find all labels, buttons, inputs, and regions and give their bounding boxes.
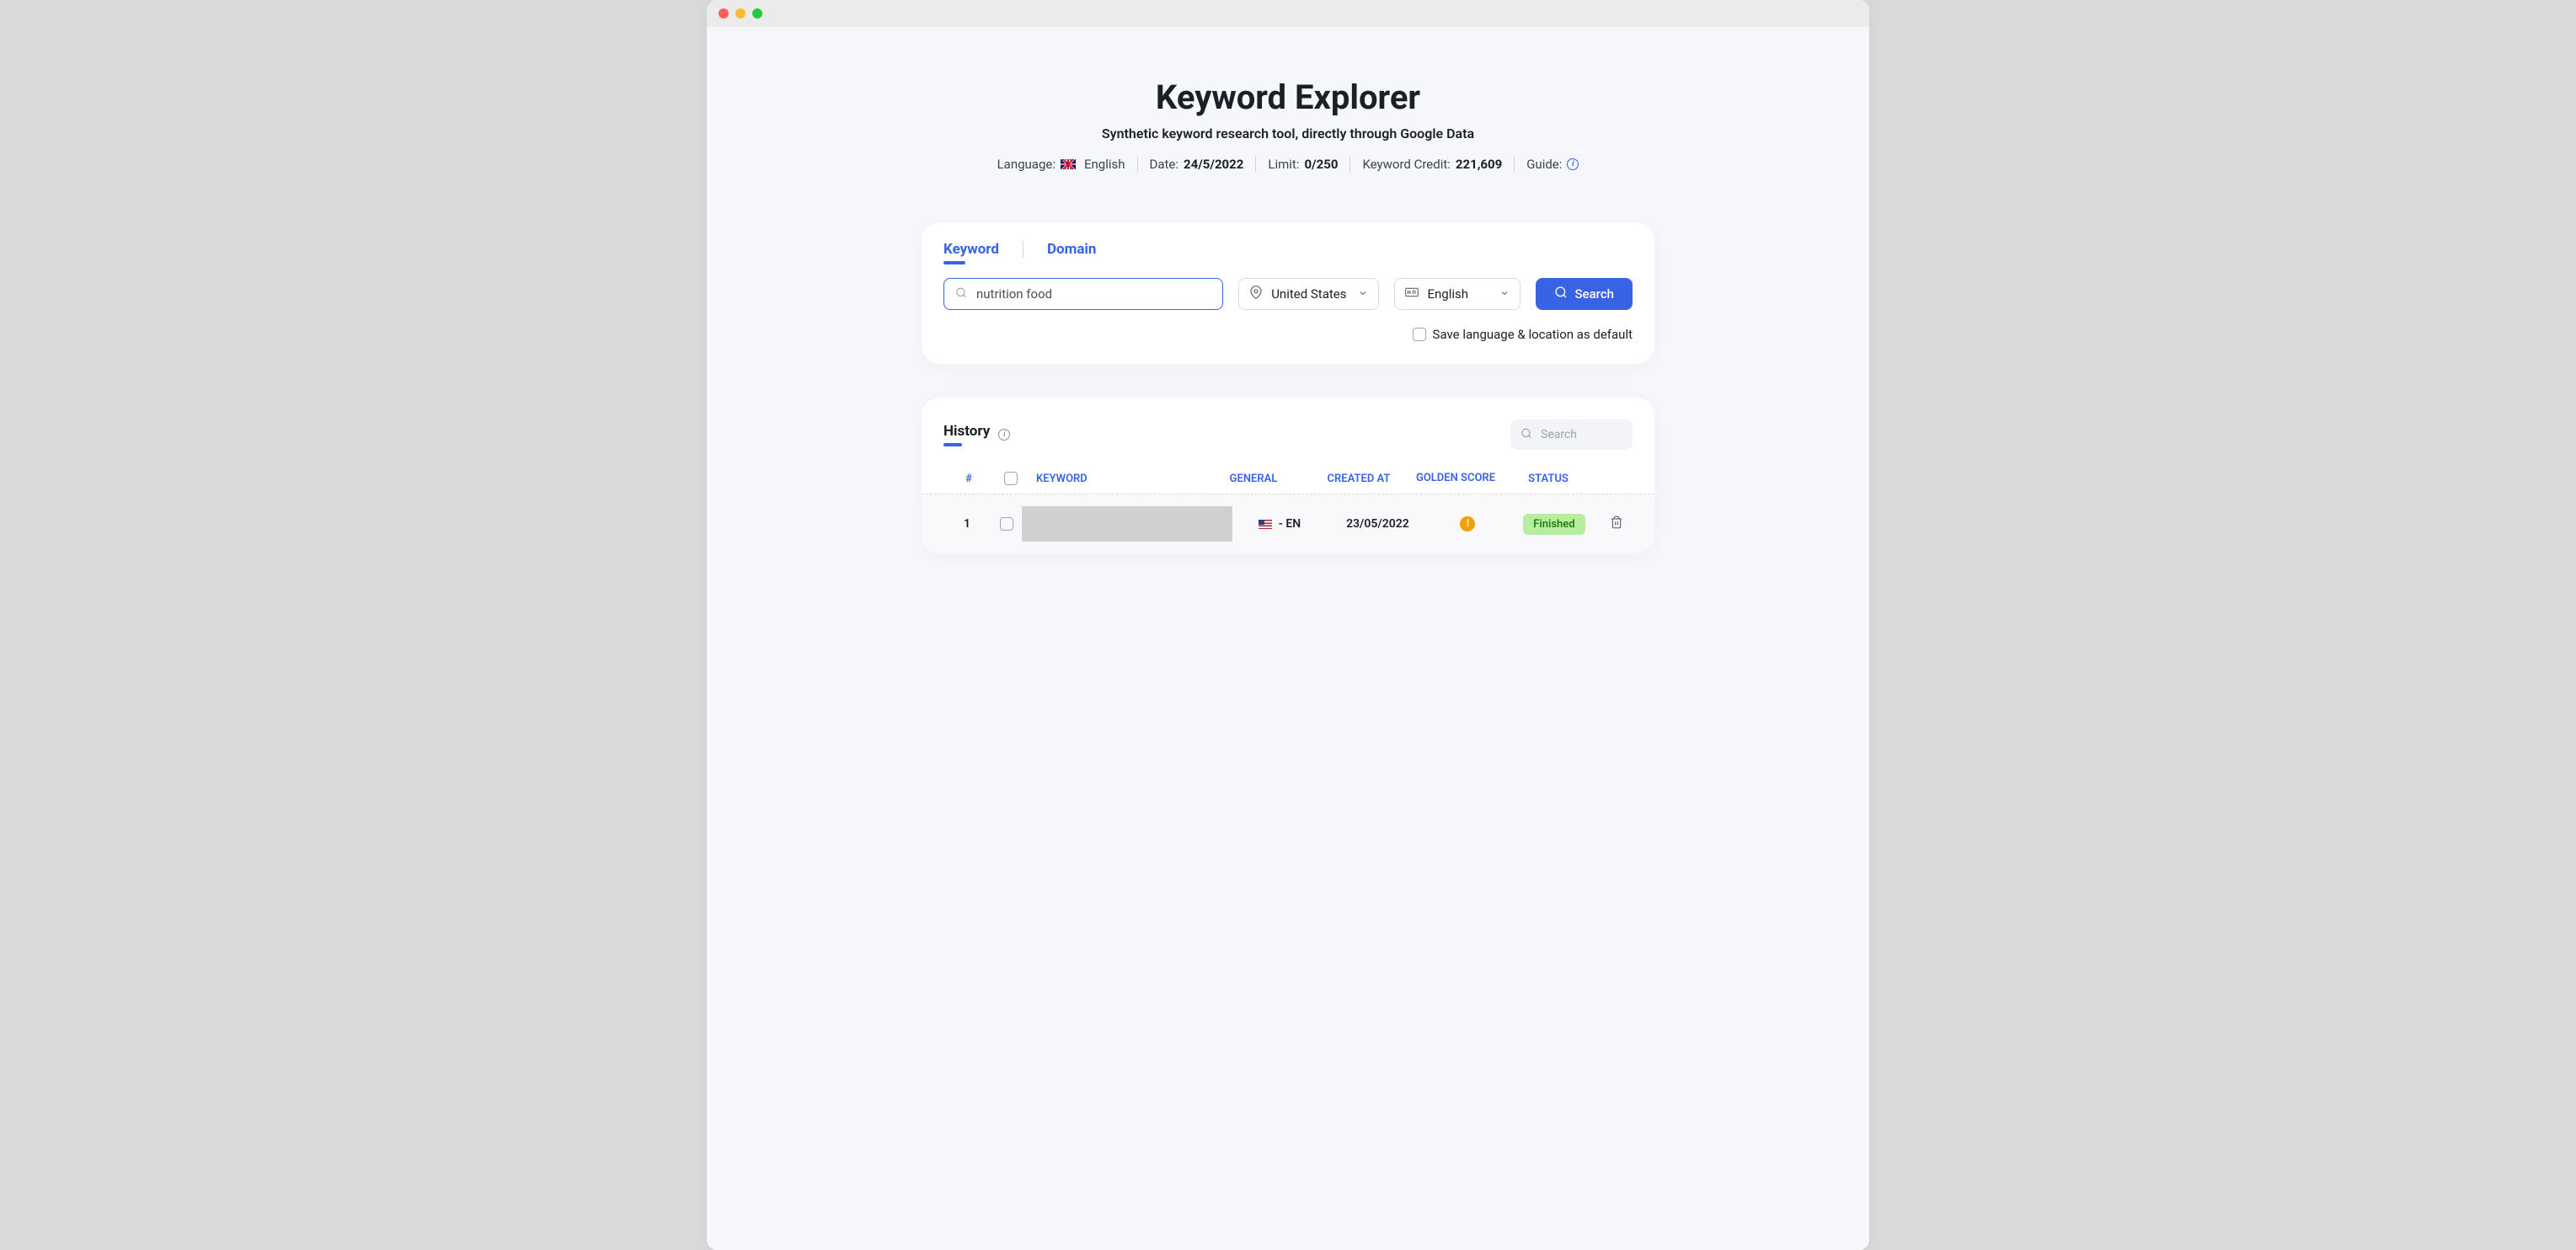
uk-flag-icon xyxy=(1061,159,1076,169)
page-subtitle: Synthetic keyword research tool, directl… xyxy=(740,126,1836,142)
status-badge: Finished xyxy=(1523,514,1585,535)
tab-keyword[interactable]: Keyword xyxy=(943,241,999,263)
save-default-row: Save language & location as default xyxy=(943,327,1633,342)
window-titlebar xyxy=(707,0,1869,27)
col-golden: GOLDEN SCORE xyxy=(1414,473,1498,484)
history-table-head: # KEYWORD GENERAL CREATED AT GOLDEN SCOR… xyxy=(922,463,1654,494)
save-default-label: Save language & location as default xyxy=(1433,327,1633,342)
row-checkbox[interactable] xyxy=(1000,517,1013,531)
minimize-window-button[interactable] xyxy=(735,8,746,19)
history-search xyxy=(1510,419,1633,450)
row-status: Finished xyxy=(1507,514,1601,535)
col-created: CREATED AT xyxy=(1304,473,1414,485)
meta-credit-label: Keyword Credit: xyxy=(1362,157,1450,172)
meta-limit-value: 0/250 xyxy=(1304,157,1338,172)
save-default-checkbox[interactable] xyxy=(1413,328,1426,341)
meta-limit: Limit: 0/250 xyxy=(1256,157,1350,172)
meta-guide-label: Guide: xyxy=(1526,157,1562,172)
history-head: History i xyxy=(922,419,1654,463)
info-icon[interactable]: i xyxy=(1567,158,1579,170)
row-general-lang: - EN xyxy=(1279,517,1301,531)
row-action xyxy=(1601,515,1633,532)
meta-credit: Keyword Credit: 221,609 xyxy=(1350,157,1515,172)
trash-icon[interactable] xyxy=(1610,519,1623,532)
history-card: History i # KEYWORD GENERAL CREATED AT xyxy=(922,398,1654,553)
row-golden: ! xyxy=(1429,516,1507,532)
tab-domain[interactable]: Domain xyxy=(1047,241,1097,263)
us-flag-icon xyxy=(1259,520,1272,529)
search-card: Keyword Domain United States xyxy=(922,222,1654,364)
search-icon xyxy=(955,286,967,302)
meta-guide: Guide: i xyxy=(1515,157,1590,172)
col-keyword: KEYWORD xyxy=(1028,473,1203,485)
page-title: Keyword Explorer xyxy=(740,77,1836,117)
col-status: STATUS xyxy=(1498,473,1599,485)
row-created: 23/05/2022 xyxy=(1327,517,1429,531)
row-num: 1 xyxy=(943,517,991,531)
search-icon xyxy=(1554,286,1568,302)
page-header: Keyword Explorer Synthetic keyword resea… xyxy=(740,77,1836,172)
meta-language: Language: English xyxy=(986,157,1138,172)
meta-language-label: Language: xyxy=(997,157,1056,172)
country-value: United States xyxy=(1271,286,1346,302)
search-button[interactable]: Search xyxy=(1536,278,1633,310)
col-num: # xyxy=(943,473,994,485)
redacted-keyword xyxy=(1022,506,1232,542)
search-button-label: Search xyxy=(1574,286,1614,302)
language-select[interactable]: English xyxy=(1394,278,1520,310)
search-icon xyxy=(1520,427,1532,443)
row-keyword xyxy=(1022,506,1232,542)
main-content: Keyword Explorer Synthetic keyword resea… xyxy=(707,27,1869,621)
country-select[interactable]: United States xyxy=(1238,278,1379,310)
history-table-row[interactable]: 1 - EN 23/05/2022 ! Finished xyxy=(922,494,1654,553)
meta-date: Date: 24/5/2022 xyxy=(1138,157,1257,172)
meta-language-value: English xyxy=(1084,157,1125,172)
info-icon[interactable]: i xyxy=(998,429,1010,441)
meta-date-value: 24/5/2022 xyxy=(1184,157,1243,172)
app-window: Keyword Explorer Synthetic keyword resea… xyxy=(707,0,1869,1250)
search-tabs: Keyword Domain xyxy=(943,241,1633,263)
chevron-down-icon xyxy=(1358,286,1368,302)
maximize-window-button[interactable] xyxy=(752,8,762,19)
search-row: United States English xyxy=(943,278,1633,310)
meta-limit-label: Limit: xyxy=(1268,157,1299,172)
language-value: English xyxy=(1427,286,1468,302)
header-meta: Language: English Date: 24/5/2022 Limit:… xyxy=(740,157,1836,172)
chevron-down-icon xyxy=(1499,286,1510,302)
location-pin-icon xyxy=(1249,286,1263,302)
row-check xyxy=(991,517,1022,531)
col-check xyxy=(994,472,1028,485)
row-general: - EN xyxy=(1232,517,1327,531)
keyword-input[interactable] xyxy=(943,278,1223,310)
history-title: History xyxy=(943,423,990,446)
warning-icon: ! xyxy=(1460,516,1475,532)
col-general: GENERAL xyxy=(1203,473,1304,485)
keyword-input-wrap xyxy=(943,278,1223,310)
history-title-wrap: History i xyxy=(943,423,1010,446)
meta-date-label: Date: xyxy=(1150,157,1179,172)
close-window-button[interactable] xyxy=(719,8,729,19)
language-icon xyxy=(1405,286,1419,302)
meta-credit-value: 221,609 xyxy=(1456,157,1502,172)
select-all-checkbox[interactable] xyxy=(1004,472,1018,485)
